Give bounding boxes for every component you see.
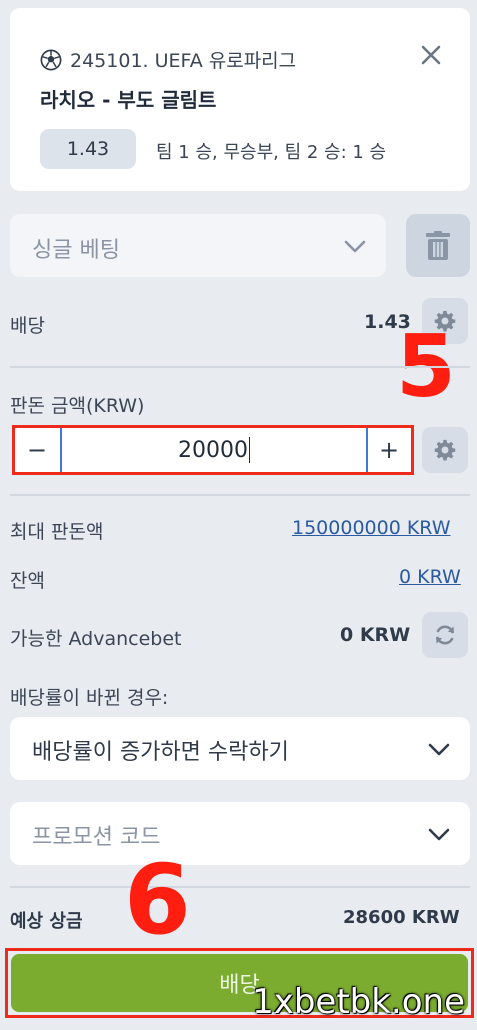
max-stake-link[interactable]: 150000000 KRW	[292, 517, 451, 539]
divider	[10, 366, 470, 368]
balance-label: 잔액	[10, 570, 45, 592]
promo-code-select[interactable]: 프로모션 코드	[10, 802, 470, 865]
odds-label: 배당	[10, 315, 45, 337]
close-icon[interactable]	[420, 44, 442, 66]
potential-win-value: 28600 KRW	[343, 907, 460, 928]
watermark: 1xbetbk.one	[252, 982, 465, 1022]
increase-stake-button[interactable]: +	[367, 428, 411, 472]
bet-type-label: 싱글 베팅	[32, 238, 120, 263]
stake-stepper: − 20000 +	[12, 425, 414, 475]
odds-change-selected: 배당률이 증가하면 수락하기	[32, 740, 289, 765]
divider	[10, 886, 470, 888]
gear-icon	[434, 439, 456, 461]
refresh-icon	[436, 625, 454, 645]
balance-link[interactable]: 0 KRW	[399, 566, 461, 588]
step-6-annotation: 6	[124, 844, 191, 956]
advancebet-value: 0 KRW	[340, 624, 411, 646]
match-title: 라치오 - 부도 글림트	[40, 88, 217, 112]
odds-change-label: 배당률이 바뀐 경우:	[10, 687, 169, 709]
event-odds-badge: 1.43	[40, 129, 136, 169]
decrease-stake-button[interactable]: −	[15, 428, 59, 472]
bet-outcome: 팀 1 승, 무승부, 팀 2 승: 1 승	[156, 142, 387, 163]
delete-bet-button[interactable]	[406, 214, 470, 277]
divider	[10, 494, 470, 496]
chevron-down-icon	[428, 828, 450, 841]
max-stake-label: 최대 판돈액	[10, 521, 104, 543]
bet-event-card: 245101. UEFA 유로파리그 라치오 - 부도 글림트 1.43 팀 1…	[10, 8, 470, 191]
refresh-advancebet-button[interactable]	[422, 612, 468, 658]
text-caret	[249, 437, 250, 463]
bet-type-select[interactable]: 싱글 베팅	[10, 214, 386, 277]
chevron-down-icon	[344, 240, 366, 253]
trash-icon	[426, 230, 450, 260]
event-league: 245101. UEFA 유로파리그	[70, 50, 297, 72]
odds-change-select[interactable]: 배당률이 증가하면 수락하기	[10, 717, 470, 780]
advancebet-label: 가능한 Advancebet	[10, 628, 182, 650]
stake-label: 판돈 금액(KRW)	[10, 395, 145, 417]
event-league-line: 245101. UEFA 유로파리그	[40, 46, 296, 73]
soccer-ball-icon	[40, 49, 62, 70]
stake-input[interactable]: 20000	[60, 428, 368, 472]
stake-settings-button[interactable]	[422, 427, 468, 473]
stake-input-value: 20000	[178, 437, 248, 463]
chevron-down-icon	[428, 743, 450, 756]
potential-win-label: 예상 상금	[10, 911, 83, 932]
